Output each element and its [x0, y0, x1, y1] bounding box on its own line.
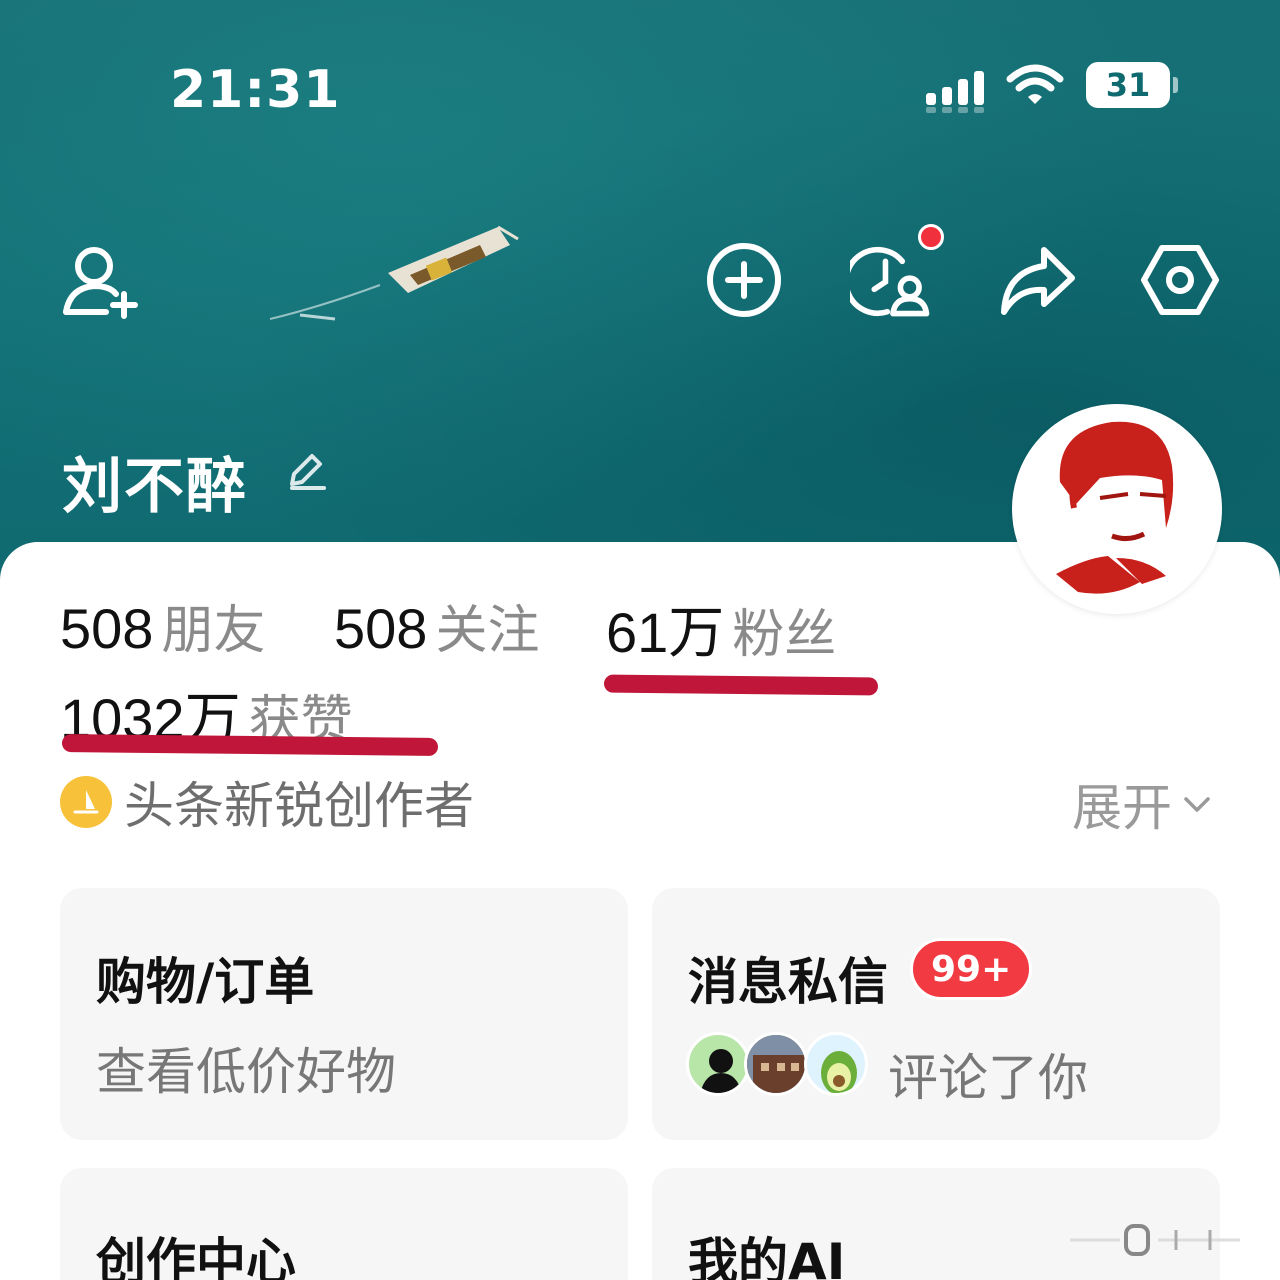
publish-button[interactable]	[702, 238, 786, 322]
share-icon	[1001, 247, 1075, 315]
creator-badge[interactable]: 头条新锐创作者	[60, 766, 474, 838]
stat-followers[interactable]: 61万 粉丝	[606, 588, 836, 669]
followers-label: 粉丝	[732, 605, 837, 665]
notification-dot	[918, 224, 944, 250]
stat-following[interactable]: 508 关注	[334, 588, 539, 663]
history-icon	[850, 246, 930, 317]
messages-card[interactable]: 消息私信 99+ 评论了你	[652, 888, 1220, 1140]
creator-badge-label: 头条新锐创作者	[124, 777, 474, 835]
shopping-orders-card[interactable]: 购物/订单 查看低价好物	[60, 888, 628, 1140]
following-label: 关注	[435, 601, 540, 661]
avatar[interactable]	[1012, 404, 1222, 614]
wifi-icon	[1006, 64, 1064, 104]
shopping-title: 购物/订单	[96, 953, 315, 1011]
settings-button[interactable]	[1138, 238, 1222, 322]
history-button[interactable]	[850, 224, 944, 322]
share-button[interactable]	[996, 238, 1080, 322]
commenter-avatar-2	[744, 1032, 808, 1096]
battery-level: 31	[1105, 66, 1151, 104]
battery-icon: 31	[1086, 62, 1178, 108]
add-icon	[707, 243, 781, 317]
followers-count: 61万	[606, 601, 725, 664]
followers-underline	[603, 674, 879, 696]
avatar-image	[1016, 408, 1218, 610]
chevron-down-icon	[1184, 797, 1210, 812]
user-name: 刘不醉	[62, 452, 248, 522]
sail-badge-icon	[60, 776, 112, 828]
add-friend-button[interactable]	[58, 238, 142, 322]
commenter-avatar-1	[686, 1032, 750, 1096]
commenter-avatar-3	[804, 1032, 868, 1096]
messages-title: 消息私信	[688, 953, 888, 1011]
creator-center-card[interactable]: 创作中心	[60, 1168, 628, 1280]
friends-label: 朋友	[161, 601, 266, 661]
creator-center-title: 创作中心	[96, 1233, 296, 1280]
my-ai-title: 我的AI	[688, 1233, 846, 1280]
expand-label: 展开	[1072, 779, 1172, 837]
friends-count: 508	[60, 597, 154, 660]
settings-icon	[1141, 245, 1219, 315]
boat-image	[269, 225, 519, 321]
stat-friends[interactable]: 508 朋友	[60, 588, 265, 663]
floating-control-icon[interactable]	[1060, 1218, 1250, 1262]
add-friend-icon	[63, 247, 138, 319]
status-icons: 31	[926, 62, 1178, 113]
signal-icon	[926, 65, 984, 113]
shopping-subtitle: 查看低价好物	[96, 1043, 396, 1101]
unread-count-badge: 99+	[910, 938, 1033, 1000]
edit-icon[interactable]	[284, 448, 328, 492]
messages-subtitle: 评论了你	[888, 1049, 1088, 1107]
status-time: 21:31	[170, 60, 341, 120]
expand-button[interactable]: 展开	[1072, 768, 1214, 840]
following-count: 508	[334, 597, 428, 660]
